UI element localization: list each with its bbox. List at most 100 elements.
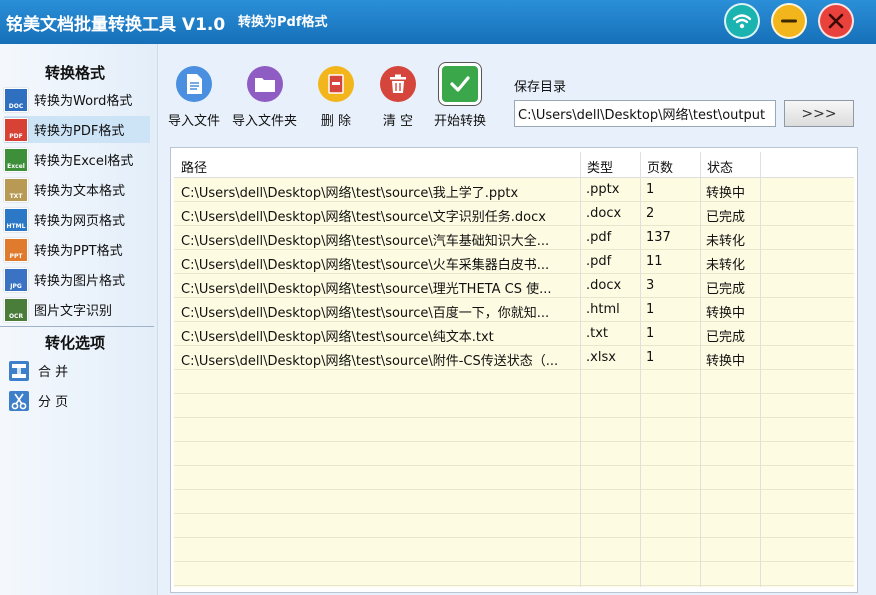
table-row[interactable]: C:\Users\dell\Desktop\网络\test\source\附件-… xyxy=(174,346,854,370)
cell-type: .pdf xyxy=(586,230,612,245)
sidebar-item-label: 转换为PPT格式 xyxy=(34,244,123,259)
cell-status: 已完成 xyxy=(706,282,746,297)
cell-type: .pptx xyxy=(586,182,620,197)
sidebar-item-format[interactable]: JPG 转换为图片格式 xyxy=(4,266,150,293)
delete-label: 删 除 xyxy=(320,114,352,129)
formats-heading: 转换格式 xyxy=(44,64,105,82)
cell-status: 已完成 xyxy=(706,330,746,345)
trash-icon xyxy=(380,66,416,102)
cell-status: 未转化 xyxy=(706,258,746,273)
clear-button[interactable]: 清 空 xyxy=(380,66,416,129)
sidebar-item-format[interactable]: PPT 转换为PPT格式 xyxy=(4,236,150,263)
cell-type: .html xyxy=(586,302,620,317)
cell-path: C:\Users\dell\Desktop\网络\test\source\汽车基… xyxy=(181,234,550,249)
table-header: 路径 类型 页数 状态 xyxy=(174,152,854,178)
sidebar-item-format[interactable]: TXT 转换为文本格式 xyxy=(4,176,150,203)
file-table-body: 路径 类型 页数 状态 C:\Users\dell\Desktop\网络\tes… xyxy=(174,152,854,587)
cell-status: 未转化 xyxy=(706,234,746,249)
file-type-badge: Excel xyxy=(7,162,25,170)
file-type-badge: DOC xyxy=(8,102,24,110)
cell-pages: 11 xyxy=(646,254,663,269)
delete-icon xyxy=(318,66,354,102)
cell-status: 已完成 xyxy=(706,210,746,225)
table-row[interactable]: C:\Users\dell\Desktop\网络\test\source\纯文本… xyxy=(174,322,854,346)
sidebar-item-label: 转换为文本格式 xyxy=(34,184,126,199)
cell-pages: 2 xyxy=(646,206,655,221)
save-dir-input[interactable] xyxy=(514,100,776,127)
minimize-icon xyxy=(781,19,797,23)
table-row[interactable]: C:\Users\dell\Desktop\网络\test\source\我上学… xyxy=(174,178,854,202)
app-subtitle: 转换为Pdf格式 xyxy=(238,15,328,30)
cell-pages: 1 xyxy=(646,302,655,317)
save-dir-label: 保存目录 xyxy=(514,80,567,95)
option-merge-label: 合 并 xyxy=(38,365,69,380)
cell-path: C:\Users\dell\Desktop\网络\test\source\附件-… xyxy=(181,354,559,369)
options-heading: 转化选项 xyxy=(44,334,105,352)
wifi-button[interactable] xyxy=(724,3,760,39)
cell-status: 转换中 xyxy=(706,306,746,321)
minimize-button[interactable] xyxy=(771,3,807,39)
file-table: 路径 类型 页数 状态 C:\Users\dell\Desktop\网络\tes… xyxy=(170,147,858,593)
cell-status: 转换中 xyxy=(706,186,746,201)
sidebar-item-label: 转换为Word格式 xyxy=(34,94,133,109)
file-type-icon: OCR xyxy=(4,297,28,322)
file-type-icon: TXT xyxy=(4,177,28,202)
table-row[interactable]: C:\Users\dell\Desktop\网络\test\source\火车采… xyxy=(174,250,854,274)
table-row[interactable]: C:\Users\dell\Desktop\网络\test\source\百度一… xyxy=(174,298,854,322)
cell-type: .xlsx xyxy=(586,350,616,365)
title-bar: 铭美文档批量转换工具 V1.0 转换为Pdf格式 xyxy=(0,0,876,44)
file-type-badge: TXT xyxy=(9,192,23,200)
cell-type: .docx xyxy=(586,278,622,293)
sidebar-item-format[interactable]: Excel 转换为Excel格式 xyxy=(4,146,150,173)
cell-type: .pdf xyxy=(586,254,612,269)
sidebar: 转换格式 DOC 转换为Word格式 PDF 转换为PDF格式 Excel 转换为Exce… xyxy=(0,44,158,595)
sidebar-item-format[interactable]: OCR 图片文字识别 xyxy=(4,296,150,323)
delete-button[interactable]: 删 除 xyxy=(318,66,354,129)
import-folder-label: 导入文件夹 xyxy=(232,114,298,129)
sidebar-item-format[interactable]: HTML 转换为网页格式 xyxy=(4,206,150,233)
sidebar-item-format[interactable]: DOC 转换为Word格式 xyxy=(4,86,150,113)
browse-button[interactable]: >>> xyxy=(784,100,854,127)
sidebar-item-label: 转换为图片格式 xyxy=(34,274,126,289)
cell-pages: 3 xyxy=(646,278,655,293)
import-file-icon xyxy=(176,66,212,102)
start-convert-button[interactable]: 开始转换 xyxy=(434,66,486,129)
file-type-badge: JPG xyxy=(10,282,22,290)
cell-status: 转换中 xyxy=(706,354,746,369)
table-row[interactable]: C:\Users\dell\Desktop\网络\test\source\理光T… xyxy=(174,274,854,298)
column-header-path[interactable]: 路径 xyxy=(181,157,207,176)
file-type-icon: JPG xyxy=(4,267,28,292)
column-header-status[interactable]: 状态 xyxy=(707,157,733,176)
file-type-icon: DOC xyxy=(4,87,28,112)
sidebar-item-label: 转换为PDF格式 xyxy=(34,124,125,139)
table-row[interactable]: C:\Users\dell\Desktop\网络\test\source\汽车基… xyxy=(174,226,854,250)
column-header-type[interactable]: 类型 xyxy=(587,157,613,176)
merge-icon xyxy=(9,360,29,381)
cell-pages: 1 xyxy=(646,182,655,197)
column-header-pages[interactable]: 页数 xyxy=(647,157,673,176)
cell-pages: 137 xyxy=(646,230,671,245)
file-type-badge: PDF xyxy=(9,132,23,140)
import-file-label: 导入文件 xyxy=(168,114,221,129)
option-merge[interactable]: 合 并 xyxy=(4,357,150,384)
start-convert-label: 开始转换 xyxy=(434,114,487,129)
cell-path: C:\Users\dell\Desktop\网络\test\source\文字识… xyxy=(181,210,546,225)
table-row[interactable]: C:\Users\dell\Desktop\网络\test\source\文字识… xyxy=(174,202,854,226)
sidebar-item-format[interactable]: PDF 转换为PDF格式 xyxy=(4,116,150,143)
cell-type: .txt xyxy=(586,326,609,341)
import-folder-icon xyxy=(246,66,283,102)
split-icon xyxy=(9,390,29,411)
sidebar-divider xyxy=(0,326,154,327)
import-folder-button[interactable]: 导入文件夹 xyxy=(232,66,297,129)
clear-label: 清 空 xyxy=(382,114,414,129)
option-split[interactable]: 分 页 xyxy=(4,387,150,414)
import-file-button[interactable]: 导入文件 xyxy=(168,66,220,129)
option-split-label: 分 页 xyxy=(38,395,69,410)
sidebar-item-label: 图片文字识别 xyxy=(34,304,113,319)
file-type-icon: PPT xyxy=(4,237,28,262)
app-title: 铭美文档批量转换工具 V1.0 xyxy=(6,15,226,35)
file-type-badge: PPT xyxy=(9,252,23,260)
close-button[interactable] xyxy=(818,3,854,39)
checkmark-icon xyxy=(442,66,478,102)
sidebar-item-label: 转换为Excel格式 xyxy=(34,154,134,169)
